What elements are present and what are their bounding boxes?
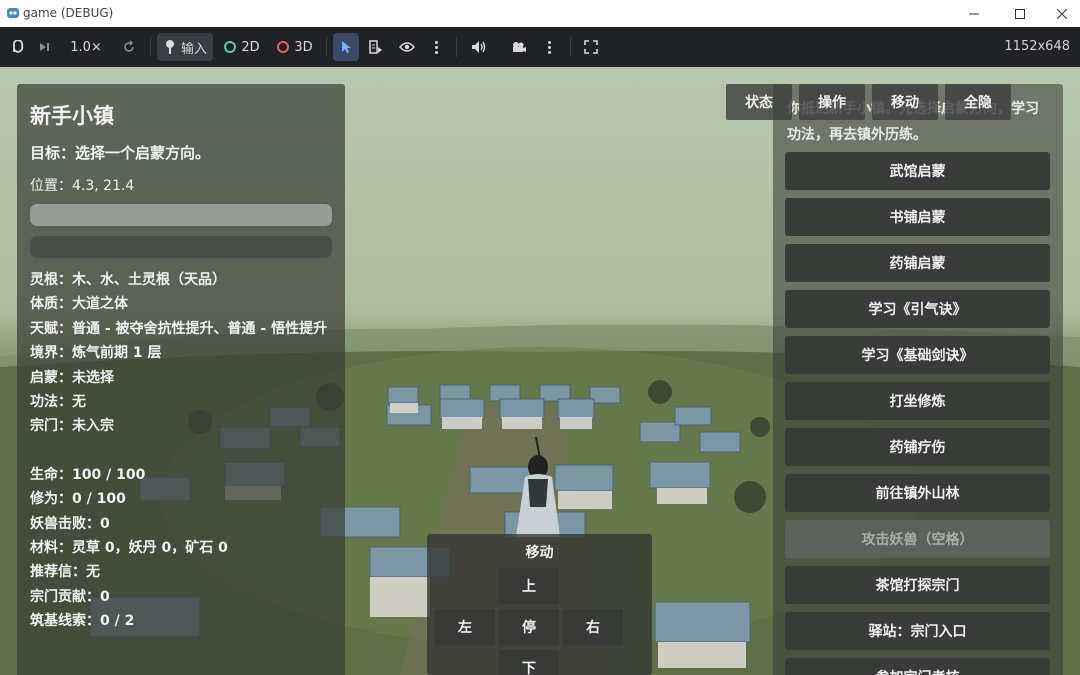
stat-enlightenment: 启蒙：未选择 — [30, 369, 114, 386]
character-stats: 灵根：木、水、土灵根（天品） 体质：大道之体 天赋：普通 - 被夺舍抗性提升、普… — [30, 268, 334, 634]
move-up-button[interactable]: 上 — [499, 568, 559, 604]
suspend-button[interactable] — [6, 33, 28, 61]
embed-fullscreen-button[interactable] — [580, 33, 602, 61]
action-go-forest-button[interactable]: 前往镇外山林 — [785, 474, 1050, 512]
mode-3d-button[interactable]: 3D — [273, 33, 317, 61]
stat-technique: 功法：无 — [30, 394, 86, 411]
minimize-button[interactable] — [952, 0, 996, 27]
stat-sect-contribution: 宗门贡献：0 — [30, 588, 110, 605]
reset-icon — [124, 40, 134, 52]
stat-talent: 天赋：普通 - 被夺舍抗性提升、普通 - 悟性提升 — [30, 320, 328, 337]
progress-bar — [30, 204, 332, 226]
tab-status[interactable]: 状态 — [726, 84, 792, 120]
move-down-button[interactable]: 下 — [499, 650, 559, 675]
input-toggle-button[interactable]: 输入 — [157, 33, 213, 61]
speaker-icon — [472, 41, 486, 53]
movement-pad: 移动 上 左 停 右 下 — [427, 534, 652, 675]
action-heal-button[interactable]: 药铺疗伤 — [785, 428, 1050, 466]
stat-foundation-clues: 筑基线索：0 / 2 — [30, 613, 135, 630]
action-attack-button[interactable]: 攻击妖兽（空格） — [785, 520, 1050, 558]
toolbar-separator — [456, 37, 457, 57]
secondary-bar — [30, 236, 332, 258]
camera-icon — [513, 42, 526, 52]
debug-toolbar: 1.0× 输入 2D 3D 1152x648 — [0, 27, 1080, 67]
more-vertical-icon — [434, 40, 438, 54]
stat-recommendation: 推荐信：无 — [30, 564, 100, 581]
position-text: 位置：4.3, 21.4 — [30, 178, 135, 194]
suspend-icon — [13, 40, 24, 53]
stat-cultivation: 修为：0 / 100 — [30, 491, 126, 508]
location-title: 新手小镇 — [30, 104, 114, 128]
action-sect-exam-button[interactable]: 参加宗门考核 — [785, 658, 1050, 675]
move-left-button[interactable]: 左 — [435, 609, 495, 645]
move-stop-button[interactable]: 停 — [499, 609, 559, 645]
action-bookstore-button[interactable]: 书铺启蒙 — [785, 198, 1050, 236]
stats-spacer — [30, 439, 334, 463]
mode-2d-label: 2D — [241, 39, 260, 55]
action-panel: 你抵达新手小镇。先选择启蒙方向，学习功法，再去镇外历练。 武馆启蒙 书铺启蒙 药… — [773, 84, 1063, 675]
close-button[interactable] — [1040, 0, 1080, 27]
action-sect-entrance-button[interactable]: 驿站：宗门入口 — [785, 612, 1050, 650]
minimize-icon — [969, 13, 979, 14]
maximize-icon — [1015, 8, 1025, 19]
toolbar-separator — [150, 37, 151, 57]
tab-actions[interactable]: 操作 — [799, 84, 865, 120]
action-teahouse-button[interactable]: 茶馆打探宗门 — [785, 566, 1050, 604]
more-options-button[interactable] — [428, 33, 444, 61]
3d-mode-icon — [277, 41, 290, 53]
reset-speed-button[interactable] — [118, 33, 140, 61]
camera-override-button[interactable] — [507, 33, 531, 61]
stat-realm: 境界：炼气前期 1 层 — [30, 345, 162, 362]
eye-icon — [399, 42, 415, 52]
close-icon — [1057, 8, 1067, 19]
action-pharmacy-button[interactable]: 药铺启蒙 — [785, 244, 1050, 282]
status-panel: 新手小镇 目标：选择一个启蒙方向。 位置：4.3, 21.4 灵根：木、水、土灵… — [17, 84, 345, 675]
input-label: 输入 — [180, 41, 207, 57]
mode-3d-label: 3D — [294, 39, 313, 55]
cursor-icon — [342, 41, 351, 53]
fullscreen-icon — [584, 40, 598, 54]
game-viewport[interactable]: 新手小镇 目标：选择一个启蒙方向。 位置：4.3, 21.4 灵根：木、水、土灵… — [0, 67, 1080, 675]
goal-text: 目标：选择一个启蒙方向。 — [30, 144, 211, 162]
visibility-toggle-button[interactable] — [395, 33, 419, 61]
select-tool-button[interactable] — [333, 33, 359, 61]
stat-physique: 体质：大道之体 — [30, 296, 128, 313]
list-select-icon — [369, 40, 382, 54]
mode-2d-button[interactable]: 2D — [220, 33, 264, 61]
speed-selector[interactable]: 1.0× — [64, 33, 108, 61]
camera-options-button[interactable] — [541, 33, 557, 61]
stat-materials: 材料：灵草 0，妖丹 0，矿石 0 — [30, 540, 228, 557]
action-martial-hall-button[interactable]: 武馆启蒙 — [785, 152, 1050, 190]
move-right-button[interactable]: 右 — [563, 609, 623, 645]
godot-app-icon — [7, 8, 19, 18]
audio-toggle-button[interactable] — [467, 33, 491, 61]
stat-sect: 宗门：未入宗 — [30, 418, 114, 435]
stat-spirit-root: 灵根：木、水、土灵根（天品） — [30, 272, 226, 288]
action-learn-qi-button[interactable]: 学习《引气诀》 — [785, 290, 1050, 328]
stat-beasts-defeated: 妖兽击败：0 — [30, 515, 110, 532]
next-frame-icon — [40, 43, 49, 51]
tab-move[interactable]: 移动 — [872, 84, 938, 120]
window-title: game (DEBUG) — [23, 6, 114, 20]
toolbar-separator — [570, 37, 571, 57]
list-tool-button[interactable] — [364, 33, 388, 61]
action-meditate-button[interactable]: 打坐修炼 — [785, 382, 1050, 420]
2d-mode-icon — [224, 41, 237, 53]
tab-hide-all[interactable]: 全隐 — [945, 84, 1011, 120]
resolution-readout: 1152x648 — [1004, 39, 1070, 54]
movement-title: 移动 — [525, 545, 554, 561]
stat-health: 生命：100 / 100 — [30, 466, 146, 483]
window-titlebar: game (DEBUG) — [0, 0, 1080, 27]
action-learn-sword-button[interactable]: 学习《基础剑诀》 — [785, 336, 1050, 374]
joystick-icon — [165, 40, 174, 54]
more-vertical-icon — [547, 40, 551, 54]
next-frame-button[interactable] — [33, 33, 55, 61]
toolbar-separator — [326, 37, 327, 57]
maximize-button[interactable] — [998, 0, 1042, 27]
